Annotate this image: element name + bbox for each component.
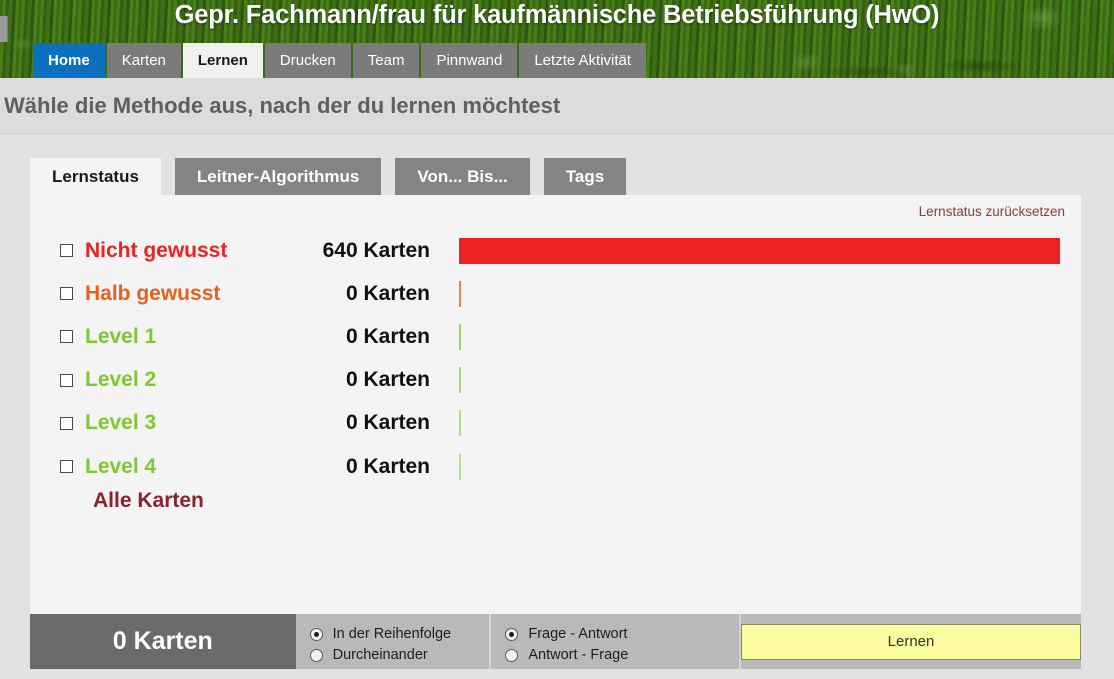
status-bar-area-level-2 <box>459 367 461 394</box>
nav-tab-home[interactable]: Home <box>33 43 107 78</box>
status-bar-level-1 <box>459 323 461 350</box>
site-header: Gepr. Fachmann/frau für kaufmännische Be… <box>0 0 1114 78</box>
nav-tab-pinnwand[interactable]: Pinnwand <box>421 43 520 78</box>
status-bar-halb-gewusst <box>459 280 461 307</box>
status-label-halb-gewusst[interactable]: Halb gewusst <box>85 282 220 306</box>
radio-icon-frage-antwort[interactable] <box>505 627 519 641</box>
lernstatus-panel: Lernstatus zurücksetzen Nicht gewusst 64… <box>30 195 1081 623</box>
status-bar-area-halb-gewusst <box>459 280 461 307</box>
checkbox-nicht-gewusst[interactable] <box>60 244 73 258</box>
status-count-level-1: 0 Karten <box>345 324 430 348</box>
radio-option-durcheinander[interactable]: Durcheinander <box>309 645 478 666</box>
status-count-level-2: 0 Karten <box>345 368 430 392</box>
learn-footer-bar: 0 Karten In der Reihenfolge Durcheinande… <box>30 614 1081 669</box>
status-bar-level-3 <box>459 410 461 437</box>
order-option-group: In der Reihenfolge Durcheinander <box>295 614 492 669</box>
status-bar-area-level-1 <box>459 323 461 350</box>
radio-option-antwort-frage[interactable]: Antwort - Frage <box>505 645 727 666</box>
status-bar-area-nicht-gewusst <box>459 237 1060 264</box>
nav-tab-team[interactable]: Team <box>352 43 422 78</box>
tab-von-bis[interactable]: Von... Bis... <box>395 158 530 195</box>
radio-label-antwort-frage: Antwort - Frage <box>528 647 629 663</box>
status-count-halb-gewusst: 0 Karten <box>345 281 430 305</box>
radio-icon-antwort-frage[interactable] <box>505 648 519 662</box>
tab-tags-label: Tags <box>565 166 605 186</box>
status-row-level-3: Level 3 0 Karten <box>30 402 1081 445</box>
nav-tab-team-label: Team <box>367 52 405 69</box>
page-heading-bar: Wähle die Methode aus, nach der du lerne… <box>0 78 1114 134</box>
radio-label-durcheinander: Durcheinander <box>332 647 428 663</box>
checkbox-level-3[interactable] <box>60 416 73 430</box>
status-count-level-3: 0 Karten <box>345 411 430 435</box>
learn-action-area: Lernen <box>741 614 1081 669</box>
page-heading: Wähle die Methode aus, nach der du lerne… <box>4 92 561 118</box>
tab-leitner-algorithmus-label: Leitner-Algorithmus <box>196 166 360 186</box>
status-row-level-1: Level 1 0 Karten <box>30 315 1081 358</box>
checkbox-level-1[interactable] <box>60 330 73 344</box>
radio-option-frage-antwort[interactable]: Frage - Antwort <box>505 624 727 645</box>
reset-lernstatus-link[interactable]: Lernstatus zurücksetzen <box>919 204 1065 219</box>
nav-tab-lernen-label: Lernen <box>197 52 248 69</box>
learn-button[interactable]: Lernen <box>741 623 1081 660</box>
direction-option-group: Frage - Antwort Antwort - Frage <box>491 614 741 669</box>
status-count-nicht-gewusst: 640 Karten <box>322 238 430 262</box>
status-label-level-1[interactable]: Level 1 <box>85 325 156 349</box>
status-row-halb-gewusst: Halb gewusst 0 Karten <box>30 272 1081 315</box>
status-label-nicht-gewusst[interactable]: Nicht gewusst <box>85 239 227 263</box>
status-row-level-4: Level 4 0 Karten <box>30 445 1081 488</box>
nav-tab-drucken-label: Drucken <box>279 52 336 69</box>
method-tabs: Lernstatus Leitner-Algorithmus Von... Bi… <box>30 158 1081 195</box>
checkbox-level-2[interactable] <box>60 373 73 387</box>
radio-label-in-der-reihenfolge: In der Reihenfolge <box>332 626 452 642</box>
status-label-level-3[interactable]: Level 3 <box>85 411 156 435</box>
nav-tab-letzte-aktivitaet[interactable]: Letzte Aktivität <box>519 43 647 78</box>
status-bar-level-2 <box>459 367 461 394</box>
tab-lernstatus[interactable]: Lernstatus <box>30 158 161 195</box>
nav-tab-lernen[interactable]: Lernen <box>182 43 265 78</box>
radio-icon-durcheinander[interactable] <box>309 648 323 662</box>
checkbox-halb-gewusst[interactable] <box>60 287 73 301</box>
status-list: Nicht gewusst 640 Karten Halb gewusst 0 … <box>30 229 1081 488</box>
main-navigation: Home Karten Lernen Drucken Team Pinnwand… <box>33 43 647 78</box>
all-cards-link[interactable]: Alle Karten <box>93 489 204 513</box>
nav-tab-home-label: Home <box>48 52 90 69</box>
nav-tab-pinnwand-label: Pinnwand <box>436 52 503 69</box>
nav-tab-karten-label: Karten <box>121 52 166 69</box>
checkbox-level-4[interactable] <box>60 460 73 474</box>
status-label-level-2[interactable]: Level 2 <box>85 368 156 392</box>
status-bar-area-level-3 <box>459 410 461 437</box>
status-bar-level-4 <box>459 453 461 480</box>
radio-option-in-der-reihenfolge[interactable]: In der Reihenfolge <box>309 624 478 645</box>
nav-tab-drucken[interactable]: Drucken <box>264 43 353 78</box>
radio-icon-in-der-reihenfolge[interactable] <box>309 627 323 641</box>
tab-tags[interactable]: Tags <box>543 158 627 195</box>
tab-lernstatus-label: Lernstatus <box>52 166 139 186</box>
nav-tab-letzte-aktivitaet-label: Letzte Aktivität <box>534 52 632 69</box>
radio-label-frage-antwort: Frage - Antwort <box>528 626 628 642</box>
content-area: Lernstatus Leitner-Algorithmus Von... Bi… <box>0 134 1114 678</box>
status-bar-area-level-4 <box>459 453 461 480</box>
selected-card-count: 0 Karten <box>30 614 296 669</box>
nav-tab-karten[interactable]: Karten <box>106 43 183 78</box>
tab-von-bis-label: Von... Bis... <box>417 166 508 186</box>
status-row-nicht-gewusst: Nicht gewusst 640 Karten <box>30 229 1081 272</box>
status-count-level-4: 0 Karten <box>345 454 430 478</box>
tab-leitner-algorithmus[interactable]: Leitner-Algorithmus <box>174 158 382 195</box>
page-title: Gepr. Fachmann/frau für kaufmännische Be… <box>174 1 940 29</box>
status-row-level-2: Level 2 0 Karten <box>30 359 1081 402</box>
status-bar-nicht-gewusst <box>459 237 1060 264</box>
status-label-level-4[interactable]: Level 4 <box>85 455 156 479</box>
